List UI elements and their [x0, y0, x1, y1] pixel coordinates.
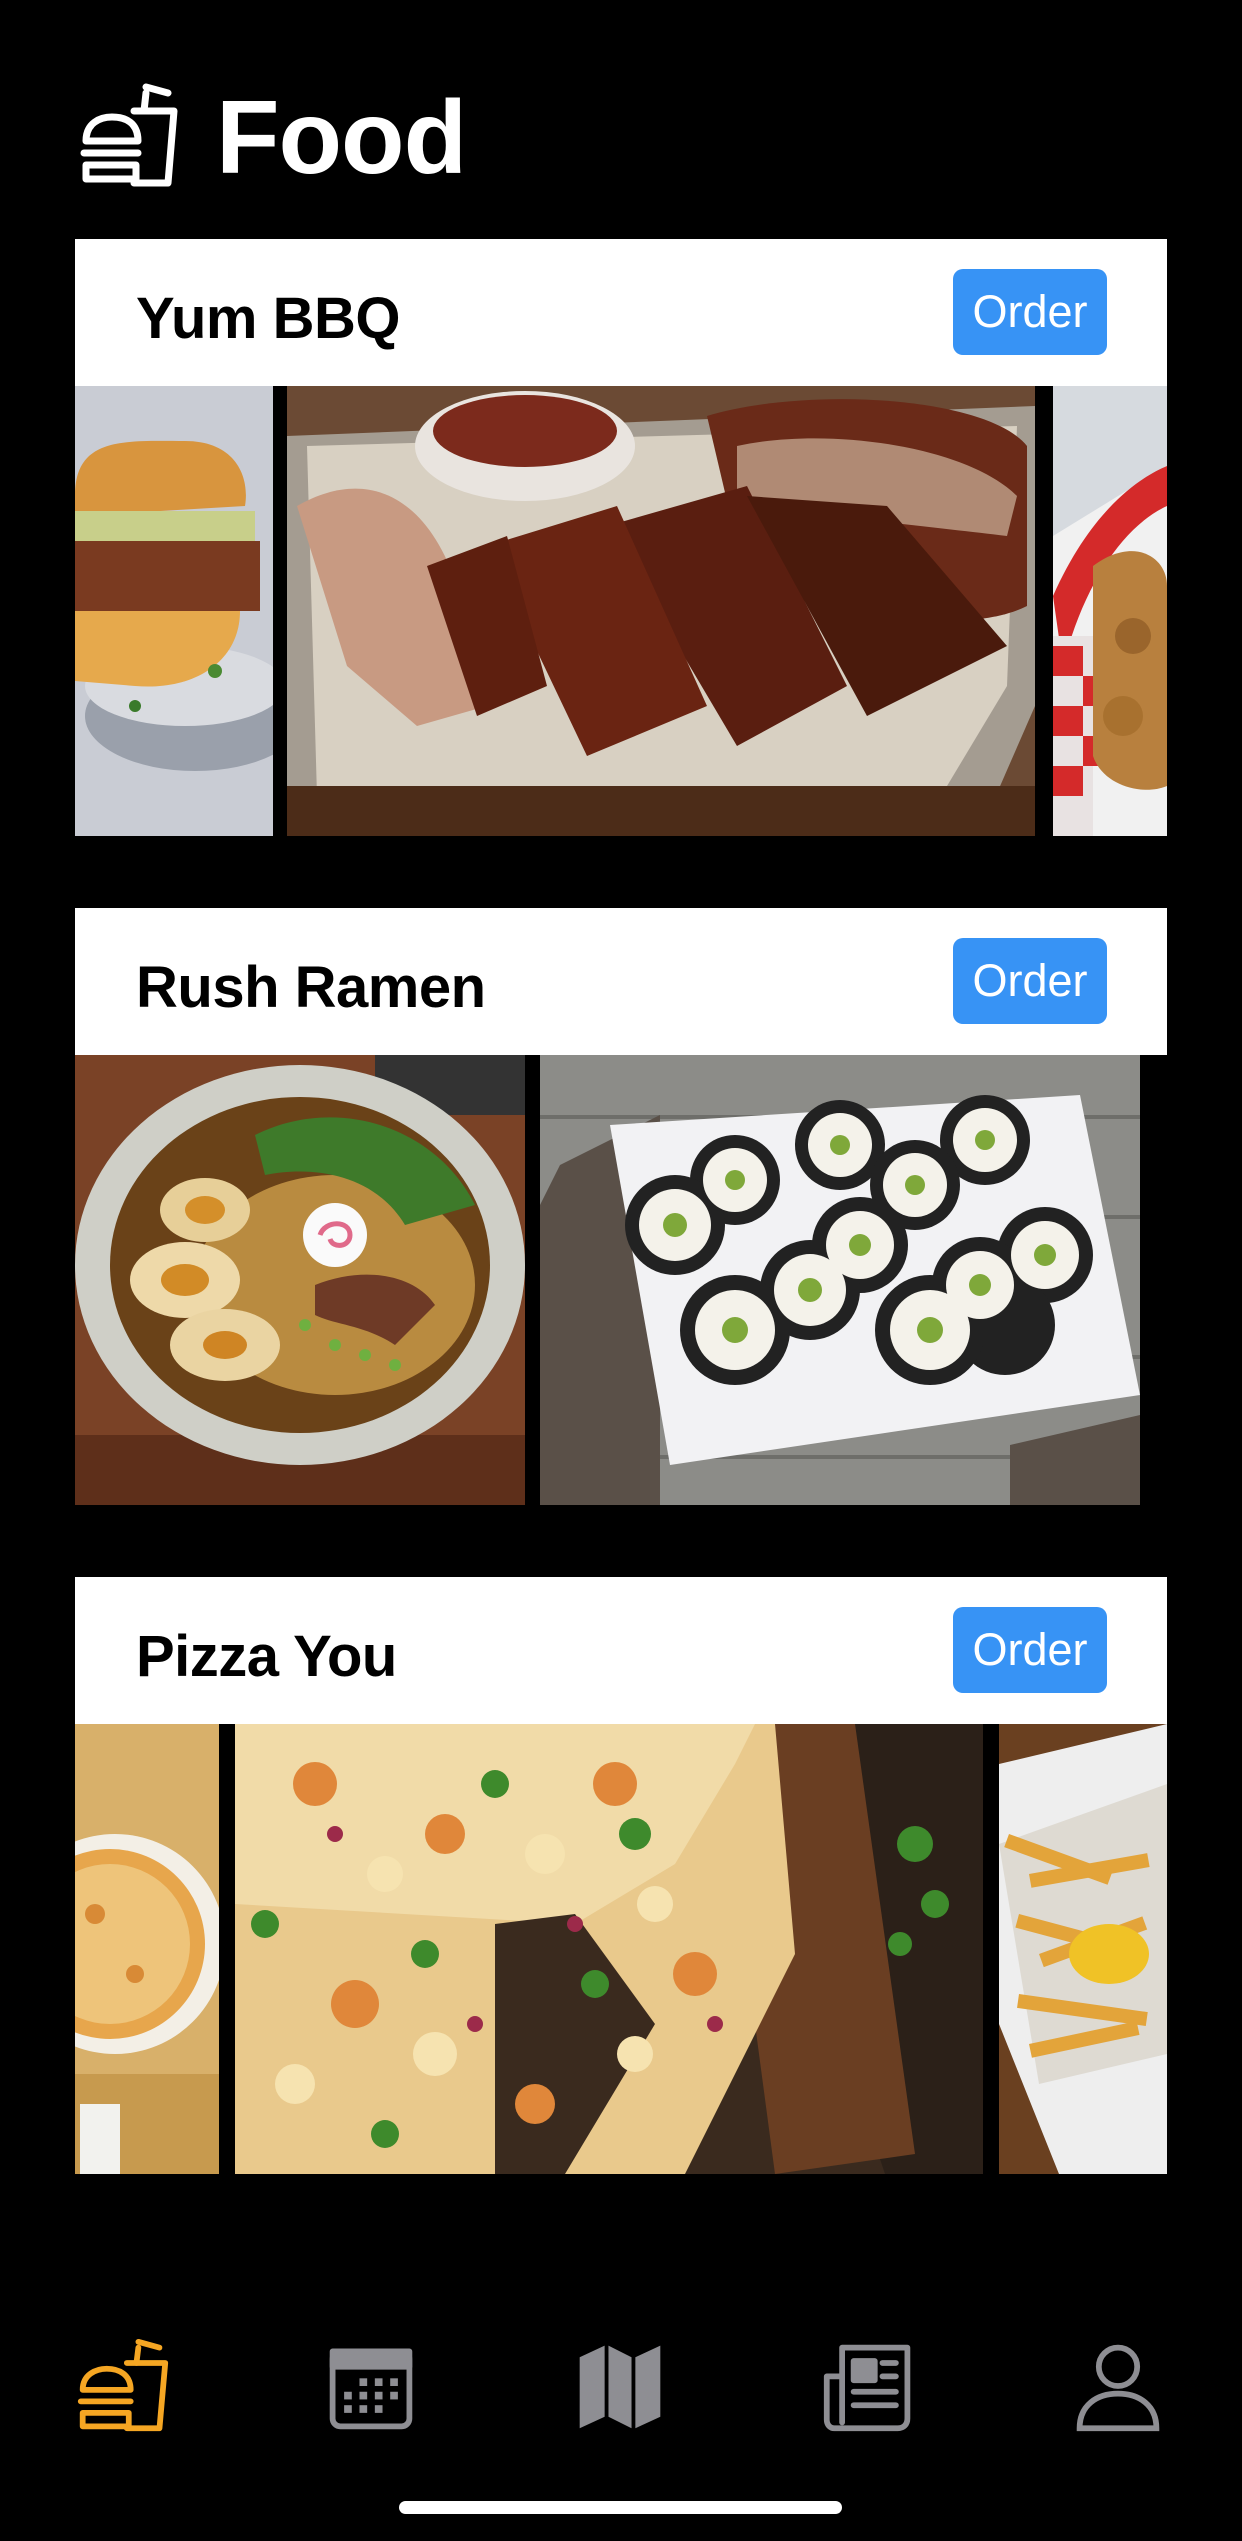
food-photo-fried-chicken-basket[interactable] — [1053, 386, 1167, 836]
map-icon — [579, 2345, 661, 2429]
restaurant-card-rush-ramen: Rush Ramen Order — [75, 908, 1167, 1505]
page-header: Food — [78, 78, 467, 198]
order-button[interactable]: Order — [953, 269, 1107, 355]
order-button[interactable]: Order — [953, 1607, 1107, 1693]
newspaper-icon — [823, 2344, 911, 2432]
tab-map[interactable] — [572, 2338, 668, 2434]
restaurant-card-pizza-you: Pizza You Order — [75, 1577, 1167, 2174]
page-title: Food — [216, 79, 467, 196]
restaurant-card-yum-bbq: Yum BBQ Order — [75, 239, 1167, 836]
food-photo-fries[interactable] — [999, 1724, 1167, 2174]
food-photo-bbq-chicken-pizza[interactable] — [235, 1724, 983, 2174]
food-photo-bbq-ribs[interactable] — [287, 386, 1035, 836]
photo-carousel[interactable] — [75, 1724, 1167, 2174]
restaurant-name: Pizza You — [136, 1624, 397, 1689]
restaurant-card-header: Pizza You Order — [75, 1577, 1167, 1724]
food-photo-pulled-pork-sandwich[interactable] — [75, 386, 273, 836]
food-photo-cheese-pizza[interactable] — [75, 1724, 219, 2174]
restaurant-name: Yum BBQ — [136, 286, 401, 351]
restaurant-name: Rush Ramen — [136, 955, 486, 1020]
burger-drink-icon — [77, 2338, 169, 2432]
home-indicator[interactable] — [399, 2501, 842, 2514]
tab-profile[interactable] — [1070, 2338, 1166, 2434]
person-icon — [1076, 2344, 1160, 2432]
order-button[interactable]: Order — [953, 938, 1107, 1024]
tab-news[interactable] — [821, 2338, 917, 2434]
tab-bar — [0, 2320, 1242, 2450]
burger-drink-icon — [80, 83, 178, 187]
restaurant-card-header: Rush Ramen Order — [75, 908, 1167, 1055]
calendar-icon — [329, 2348, 413, 2430]
food-photo-sushi-rolls[interactable] — [540, 1055, 1140, 1505]
photo-carousel[interactable] — [75, 1055, 1167, 1505]
photo-carousel[interactable] — [75, 386, 1167, 836]
tab-food[interactable] — [75, 2338, 171, 2434]
food-photo-ramen-bowl[interactable] — [75, 1055, 525, 1505]
tab-calendar[interactable] — [323, 2338, 419, 2434]
restaurant-card-header: Yum BBQ Order — [75, 239, 1167, 386]
